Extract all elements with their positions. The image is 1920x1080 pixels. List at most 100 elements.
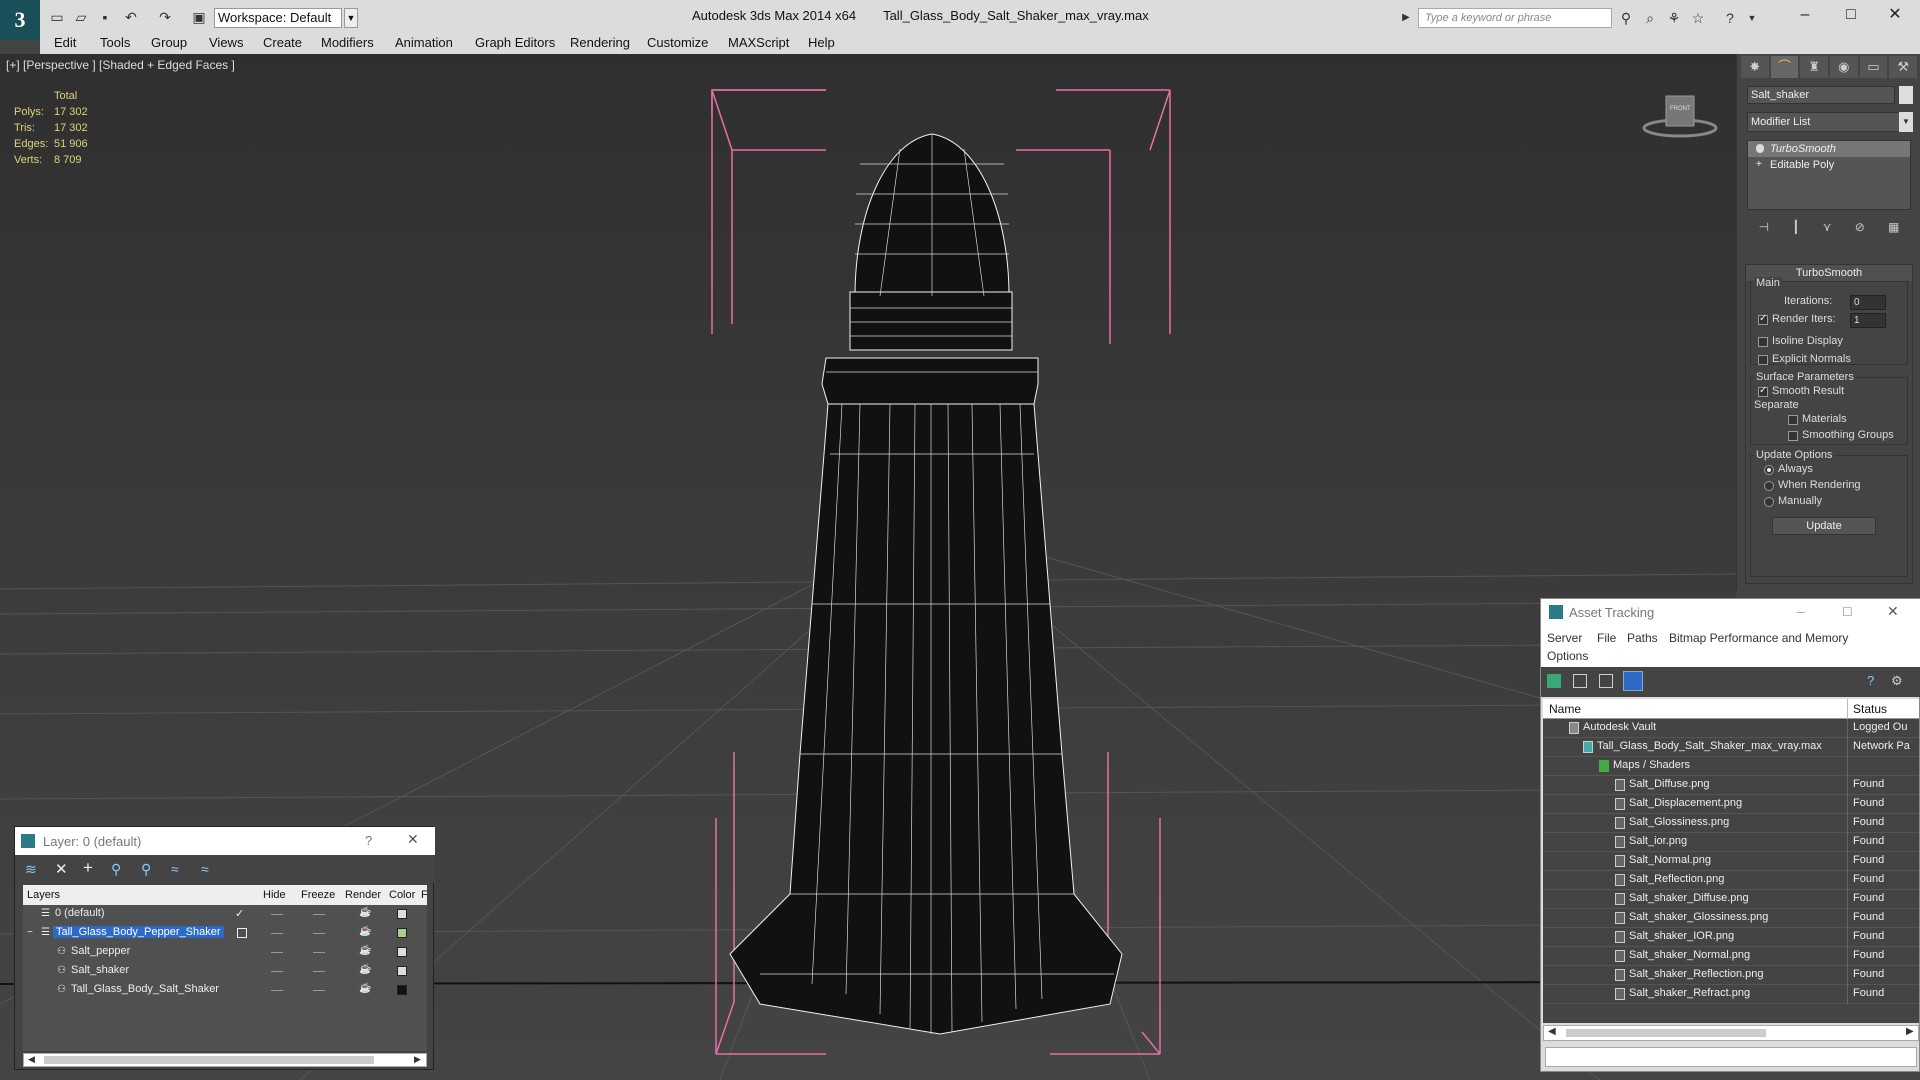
create-tab-icon[interactable]: ✸ — [1741, 56, 1769, 78]
layer-row[interactable]: ⚇ Salt_pepper ☕ — [23, 943, 427, 962]
favorites-star-icon[interactable]: ☆ — [1688, 8, 1708, 28]
scroll-thumb[interactable] — [44, 1056, 374, 1064]
asset-menu-file[interactable]: File — [1597, 631, 1616, 645]
workspace-dropdown-arrow-icon[interactable]: ▼ — [344, 8, 358, 28]
hierarchy-tab-icon[interactable]: ♜ — [1800, 56, 1829, 78]
table-row[interactable]: Salt_Displacement.png Found — [1543, 795, 1919, 814]
menu-rendering[interactable]: Rendering — [570, 35, 630, 50]
layer-color-swatch[interactable] — [397, 928, 407, 938]
stack-item-turbosmooth[interactable]: TurboSmooth — [1748, 141, 1910, 157]
configure-sets-icon[interactable]: ▦ — [1888, 220, 1899, 240]
help-icon[interactable]: ? — [1720, 8, 1740, 28]
object-name-field[interactable]: Salt_shaker — [1747, 86, 1895, 104]
list-view-icon[interactable] — [1573, 674, 1587, 688]
utilities-tab-icon[interactable]: ⚒ — [1889, 56, 1918, 78]
render-teapot-icon[interactable]: ☕ — [359, 983, 371, 994]
col-status-header[interactable]: Status — [1853, 702, 1887, 716]
iterations-spinner[interactable]: 0 — [1850, 295, 1886, 310]
layer-row[interactable]: ⚇ Tall_Glass_Body_Salt_Shaker ☕ — [23, 981, 427, 1000]
make-unique-icon[interactable]: ⋎ — [1823, 220, 1832, 240]
smooth-result-checkbox[interactable] — [1758, 385, 1768, 397]
render-iters-spinner[interactable]: 1 — [1850, 313, 1886, 328]
col-render-header[interactable]: Render — [345, 889, 381, 901]
table-row[interactable]: Salt_ior.png Found — [1543, 833, 1919, 852]
table-row[interactable]: Salt_shaker_IOR.png Found — [1543, 928, 1919, 947]
layer-close-icon[interactable]: ✕ — [407, 831, 419, 848]
render-teapot-icon[interactable]: ☕ — [359, 964, 371, 975]
layer-color-swatch[interactable] — [397, 909, 407, 919]
menu-maxscript[interactable]: MAXScript — [728, 35, 789, 50]
when-rendering-radio[interactable] — [1764, 481, 1774, 491]
col-layers-header[interactable]: Layers — [27, 889, 60, 901]
asset-maximize-icon[interactable]: □ — [1843, 603, 1851, 619]
project-folder-icon[interactable]: ▣ — [190, 8, 208, 26]
layer-row[interactable]: ⚇ Salt_shaker ☕ — [23, 962, 427, 981]
asset-menu-paths[interactable]: Paths — [1627, 631, 1658, 645]
help-dropdown-icon[interactable]: ▼ — [1742, 8, 1762, 28]
asset-menu-options[interactable]: Options — [1547, 649, 1588, 663]
scroll-left-icon[interactable]: ◀ — [28, 1054, 35, 1065]
layer-horizontal-scrollbar[interactable]: ◀ ▶ — [23, 1053, 427, 1067]
layer-color-swatch[interactable] — [397, 985, 407, 995]
modifier-list-arrow-icon[interactable]: ▼ — [1899, 112, 1913, 132]
menu-views[interactable]: Views — [209, 35, 243, 50]
maximize-icon[interactable]: □ — [1836, 4, 1866, 26]
table-row[interactable]: Salt_Normal.png Found — [1543, 852, 1919, 871]
viewport-label[interactable]: [+] [Perspective ] [Shaded + Edged Faces… — [6, 58, 235, 72]
motion-tab-icon[interactable]: ◉ — [1830, 56, 1858, 78]
asset-horizontal-scrollbar[interactable]: ◀ ▶ — [1543, 1025, 1919, 1041]
set-current-box-icon[interactable] — [237, 928, 247, 938]
scroll-right-icon[interactable]: ▶ — [414, 1054, 421, 1065]
table-view-icon[interactable] — [1623, 671, 1643, 691]
asset-close-icon[interactable]: ✕ — [1887, 603, 1899, 620]
render-iters-checkbox[interactable] — [1758, 313, 1768, 325]
select-objects-icon[interactable]: ⚲ — [111, 861, 121, 878]
viewcube-widget[interactable] — [1642, 95, 1718, 138]
menu-customize[interactable]: Customize — [647, 35, 708, 50]
thumbnail-view-icon[interactable] — [1599, 674, 1613, 688]
search-tool-icon[interactable]: ⌕ — [1640, 8, 1660, 28]
hide-all-icon[interactable]: ≈ — [171, 861, 179, 877]
table-row[interactable]: Salt_Reflection.png Found — [1543, 871, 1919, 890]
show-end-result-icon[interactable]: ┃ — [1792, 220, 1799, 240]
display-tab-icon[interactable]: ▭ — [1859, 56, 1888, 78]
update-button[interactable]: Update — [1772, 517, 1876, 535]
table-row[interactable]: Autodesk Vault Logged Ou — [1543, 719, 1919, 738]
asset-minimize-icon[interactable]: – — [1797, 603, 1805, 619]
explicit-normals-checkbox[interactable] — [1758, 355, 1768, 365]
col-extra-header[interactable]: F — [421, 889, 428, 901]
close-icon[interactable]: ✕ — [1880, 4, 1910, 26]
scroll-thumb[interactable] — [1566, 1029, 1766, 1037]
render-teapot-icon[interactable]: ☕ — [359, 907, 371, 918]
minimize-icon[interactable]: – — [1790, 4, 1820, 26]
refresh-icon[interactable] — [1547, 674, 1561, 688]
undo-icon[interactable]: ↶ — [122, 8, 140, 26]
col-hide-header[interactable]: Hide — [263, 889, 286, 901]
menu-group[interactable]: Group — [151, 35, 187, 50]
communication-icon[interactable]: ⚘ — [1664, 8, 1684, 28]
salt-shaker-model[interactable] — [729, 133, 1123, 1035]
open-file-icon[interactable]: ▱ — [72, 8, 90, 26]
add-to-layer-icon[interactable]: + — [83, 858, 93, 878]
search-expand-icon[interactable]: ▶ — [1396, 8, 1416, 28]
menu-graph-editors[interactable]: Graph Editors — [475, 35, 555, 50]
materials-checkbox[interactable] — [1788, 415, 1798, 425]
smoothing-groups-checkbox[interactable] — [1788, 431, 1798, 441]
redo-icon[interactable]: ↷ — [156, 8, 174, 26]
app-logo-icon[interactable]: 3 — [0, 0, 40, 40]
asset-menu-bitmap-performance[interactable]: Bitmap Performance and Memory — [1669, 631, 1848, 645]
scroll-right-icon[interactable]: ▶ — [1906, 1026, 1914, 1037]
menu-tools[interactable]: Tools — [100, 35, 130, 50]
table-row[interactable]: Salt_shaker_Glossiness.png Found — [1543, 909, 1919, 928]
menu-help[interactable]: Help — [808, 35, 835, 50]
layer-row[interactable]: − ☰ Tall_Glass_Body_Pepper_Shaker ☕ — [23, 924, 427, 943]
menu-create[interactable]: Create — [263, 35, 302, 50]
table-row[interactable]: Salt_shaker_Refract.png Found — [1543, 985, 1919, 1004]
create-layer-icon[interactable]: ≋ — [25, 861, 37, 878]
layer-help-icon[interactable]: ? — [365, 833, 372, 848]
menu-edit[interactable]: Edit — [54, 35, 76, 50]
scroll-left-icon[interactable]: ◀ — [1548, 1026, 1556, 1037]
layer-color-swatch[interactable] — [397, 966, 407, 976]
delete-layer-icon[interactable]: ✕ — [55, 860, 68, 878]
menu-modifiers[interactable]: Modifiers — [321, 35, 374, 50]
